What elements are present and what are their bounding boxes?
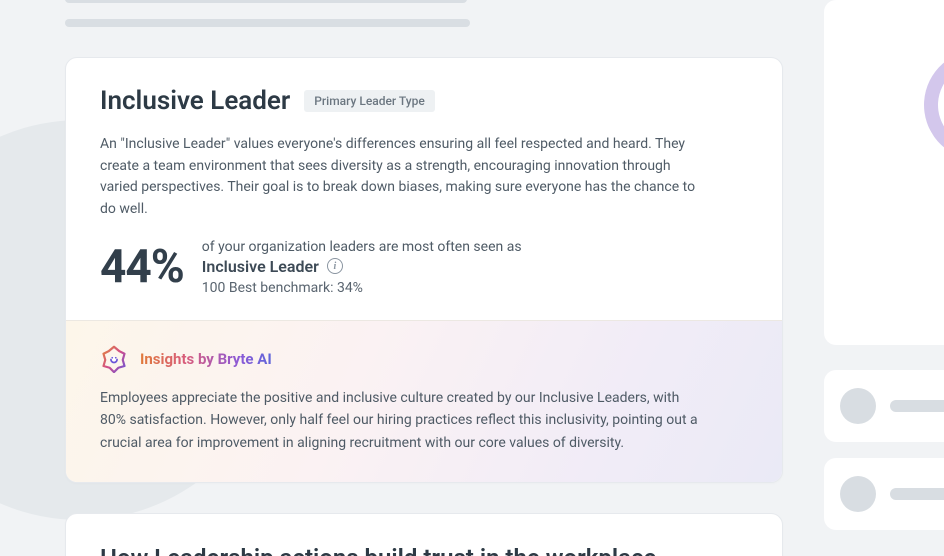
insights-heading: Insights by Bryte AI	[140, 350, 272, 368]
heading-row: Inclusive Leader Primary Leader Type	[100, 86, 748, 116]
stat-leader-type: Inclusive Leader	[202, 257, 319, 276]
side-card-item-1	[824, 370, 944, 442]
side-card-chart	[824, 0, 944, 345]
bar-placeholder	[890, 488, 944, 500]
section-b-title: How Leadership actions build trust in th…	[100, 544, 748, 556]
stat-percent: 44%	[100, 240, 184, 294]
side-card-item-2	[824, 458, 944, 530]
donut-chart-placeholder	[904, 30, 944, 180]
placeholder-line	[65, 0, 467, 3]
primary-leader-tag: Primary Leader Type	[304, 90, 435, 112]
bryte-ai-icon	[100, 345, 128, 373]
viewport: Inclusive Leader Primary Leader Type An …	[0, 0, 944, 556]
insights-body: Employees appreciate the positive and in…	[100, 387, 700, 454]
bar-placeholder	[890, 400, 944, 412]
stat-line-1: of your organization leaders are most of…	[202, 239, 522, 255]
section-description: An "Inclusive Leader" values everyone's …	[100, 134, 700, 221]
placeholder-line	[65, 19, 470, 27]
avatar-placeholder	[840, 388, 876, 424]
inclusive-leader-card: Inclusive Leader Primary Leader Type An …	[65, 57, 783, 483]
side-column	[824, 0, 944, 556]
insights-panel: Insights by Bryte AI Employees appreciat…	[66, 320, 782, 482]
main-column: Inclusive Leader Primary Leader Type An …	[65, 0, 783, 556]
avatar-placeholder	[840, 476, 876, 512]
section-title: Inclusive Leader	[100, 86, 290, 116]
stat-benchmark: 100 Best benchmark: 34%	[202, 280, 522, 296]
stat-row: 44% of your organization leaders are mos…	[100, 239, 748, 296]
info-icon[interactable]: i	[327, 258, 343, 274]
leadership-actions-card: How Leadership actions build trust in th…	[65, 513, 783, 556]
